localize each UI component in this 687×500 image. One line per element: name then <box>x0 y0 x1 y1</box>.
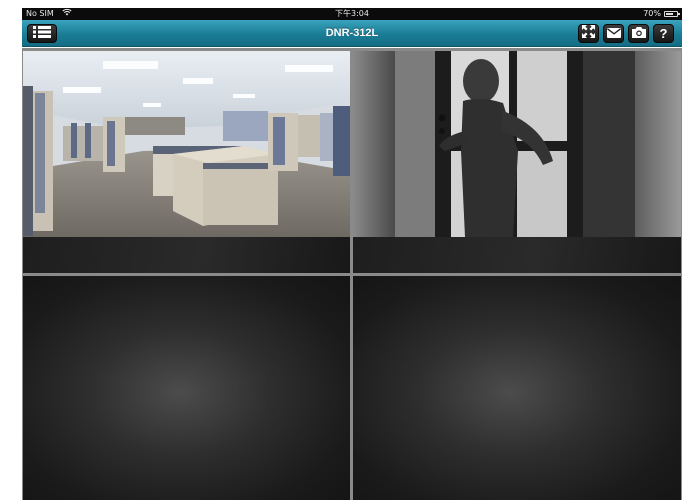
nav-bar: DNR-312L ? <box>22 20 682 47</box>
snapshot-button[interactable] <box>628 24 649 43</box>
fullscreen-button[interactable] <box>578 24 599 43</box>
empty-feed <box>353 276 681 500</box>
office-feed-image <box>23 51 350 237</box>
battery-fill <box>666 13 673 15</box>
camera-icon <box>631 25 646 43</box>
camera-feed-4[interactable] <box>353 276 681 500</box>
help-button[interactable]: ? <box>653 24 674 43</box>
camera-feed-2[interactable] <box>353 51 681 273</box>
camera-feed-1[interactable] <box>23 51 350 273</box>
status-bar: No SIM 下午3:04 70% <box>22 8 682 20</box>
status-time: 下午3:04 <box>335 9 369 18</box>
help-icon: ? <box>659 26 668 41</box>
battery-percent: 70% <box>643 9 661 18</box>
camera-feed-3[interactable] <box>23 276 350 500</box>
empty-feed <box>23 276 350 500</box>
camera-grid <box>22 48 682 500</box>
feed-caption-bar <box>353 237 681 273</box>
battery-indicator: 70% <box>643 8 680 20</box>
feed-caption-bar <box>23 237 350 273</box>
fullscreen-icon <box>582 24 595 43</box>
door-feed-image <box>353 51 681 237</box>
battery-icon <box>664 11 680 17</box>
mail-icon <box>606 25 621 43</box>
mail-button[interactable] <box>603 24 624 43</box>
